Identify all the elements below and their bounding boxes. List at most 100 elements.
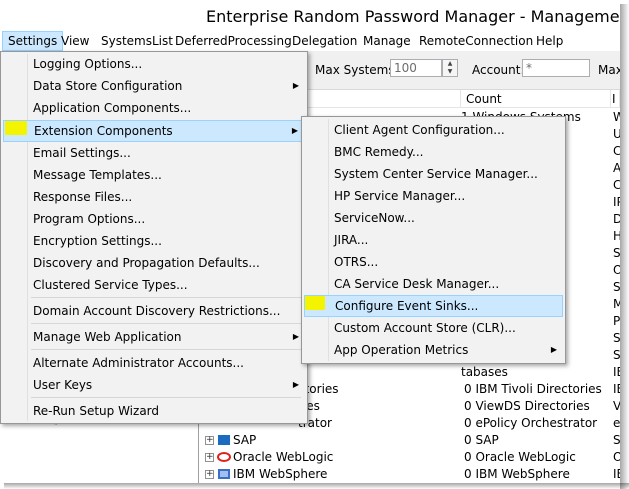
menu-item-label: HP Service Manager... (334, 189, 466, 203)
menu-deferredprocessing[interactable]: DeferredProcessing (170, 31, 297, 51)
grid-count-cell[interactable]: 0 ePolicy Orchestrator (464, 415, 610, 432)
menu-item-label: Clustered Service Types... (33, 278, 188, 292)
menu-item-label: Configure Event Sinks... (335, 299, 479, 313)
menu-item-encryption-settings[interactable]: Encryption Settings... (3, 230, 305, 252)
max-systems-input[interactable]: 100 (390, 59, 442, 77)
menu-item-extension-components[interactable]: Extension Components ▶ (3, 120, 305, 142)
tree-expand-icon[interactable]: + (205, 453, 214, 462)
menu-item-domain-account-discovery-restrictions[interactable]: Domain Account Discovery Restrictions... (3, 300, 305, 322)
oracle-icon (217, 451, 231, 463)
menu-item-program-options[interactable]: Program Options... (3, 208, 305, 230)
grid-name-cell[interactable]: SAP (233, 432, 458, 449)
menu-item-app-operation-metrics[interactable]: App Operation Metrics ▶ (304, 339, 563, 361)
menu-item-servicenow[interactable]: ServiceNow... (304, 207, 563, 229)
window-shadow (4, 483, 629, 489)
max-systems-spinner[interactable]: ▲ ▼ (442, 59, 458, 77)
submenu-arrow-icon: ▶ (550, 345, 557, 354)
menu-item-label: ServiceNow... (334, 211, 415, 225)
grid-count-cell[interactable]: tabases (461, 364, 609, 381)
grid-extra-cell[interactable]: V (613, 398, 620, 415)
menu-systemslist[interactable]: SystemsList (96, 31, 178, 51)
annotation-highlight (305, 296, 325, 310)
menu-item-hp-service-manager[interactable]: HP Service Manager... (304, 185, 563, 207)
menu-separator (31, 349, 301, 350)
menu-remoteconnection[interactable]: RemoteConnection (414, 31, 538, 51)
menu-item-jira[interactable]: JIRA... (304, 229, 563, 251)
menu-item-clustered-service-types[interactable]: Clustered Service Types... (3, 274, 305, 296)
menu-item-client-agent-configuration[interactable]: Client Agent Configuration... (304, 119, 563, 141)
menu-item-bmc-remedy[interactable]: BMC Remedy... (304, 141, 563, 163)
menu-manage[interactable]: Manage (358, 31, 416, 51)
grid-count-cell[interactable]: 0 ViewDS Directories (464, 398, 610, 415)
grid-extra-cell[interactable]: O (613, 449, 620, 466)
sap-icon (217, 434, 231, 446)
menu-item-label: Logging Options... (33, 57, 143, 71)
tree-expand-icon[interactable]: + (205, 470, 214, 479)
menu-item-discovery-and-propagation-defaults[interactable]: Discovery and Propagation Defaults... (3, 252, 305, 274)
grid-extra-cell[interactable]: S (613, 245, 620, 262)
grid-name-cell[interactable]: Oracle WebLogic (233, 449, 458, 466)
menu-item-label: Alternate Administrator Accounts... (33, 356, 244, 370)
max-systems-label: Max Systems: (315, 63, 399, 77)
grid-extra-cell[interactable]: C (613, 177, 620, 194)
grid-header-extra[interactable]: I (611, 90, 620, 108)
menu-item-logging-options[interactable]: Logging Options... (3, 53, 305, 75)
grid-extra-cell[interactable]: S (613, 279, 620, 296)
menu-delegation[interactable]: Delegation (287, 31, 362, 51)
grid-extra-cell[interactable]: U (613, 126, 620, 143)
grid-extra-cell[interactable]: D (613, 211, 620, 228)
menu-item-label: Extension Components (34, 124, 173, 138)
menu-item-user-keys[interactable]: User Keys ▶ (3, 374, 305, 396)
grid-extra-cell[interactable]: IB (613, 466, 620, 483)
grid-name-cell[interactable]: IBM WebSphere (233, 466, 458, 483)
menu-item-application-components[interactable]: Application Components... (3, 97, 305, 119)
grid-count-cell[interactable]: 0 IBM WebSphere (464, 466, 610, 483)
window-title: Enterprise Random Password Manager - Man… (206, 7, 620, 26)
menu-help[interactable]: Help (531, 31, 568, 51)
menu-item-label: Response Files... (33, 190, 133, 204)
submenu-arrow-icon: ▶ (292, 380, 299, 389)
grid-extra-cell[interactable]: M (613, 296, 620, 313)
grid-extra-cell[interactable]: P (613, 313, 620, 330)
grid-extra-cell[interactable]: S (613, 347, 620, 364)
tree-expand-icon[interactable]: + (205, 436, 214, 445)
menu-view[interactable]: View (56, 31, 94, 51)
menu-separator (31, 323, 301, 324)
menu-item-system-center-service-manager[interactable]: System Center Service Manager... (304, 163, 563, 185)
grid-extra-cell[interactable]: IP (613, 194, 620, 211)
grid-extra-cell[interactable]: IB (613, 364, 620, 381)
menu-item-label: Email Settings... (33, 146, 131, 160)
menu-item-re-run-setup-wizard[interactable]: Re-Run Setup Wizard (3, 400, 305, 422)
grid-count-cell[interactable]: 0 SAP (464, 432, 610, 449)
menu-item-ca-service-desk-manager[interactable]: CA Service Desk Manager... (304, 273, 563, 295)
account-input[interactable]: * (522, 59, 590, 77)
menu-separator (31, 297, 301, 298)
menu-item-message-templates[interactable]: Message Templates... (3, 164, 305, 186)
grid-extra-cell[interactable]: H (613, 228, 620, 245)
settings-menu: Logging Options... Data Store Configurati… (0, 51, 308, 424)
menu-item-otrs[interactable]: OTRS... (304, 251, 563, 273)
menu-item-email-settings[interactable]: Email Settings... (3, 142, 305, 164)
menu-item-label: Re-Run Setup Wizard (33, 404, 160, 418)
grid-header-count[interactable]: Count (461, 90, 611, 108)
menu-item-label: JIRA... (334, 233, 369, 247)
submenu-arrow-icon: ▶ (292, 81, 299, 90)
grid-extra-cell[interactable]: S (613, 330, 620, 347)
grid-extra-cell[interactable]: A (613, 160, 620, 177)
grid-extra-cell[interactable]: O (613, 262, 620, 279)
grid-extra-cell[interactable]: S (613, 432, 620, 449)
menu-item-manage-web-application[interactable]: Manage Web Application ▶ (3, 326, 305, 348)
menu-separator (31, 397, 301, 398)
menu-settings[interactable]: Settings (2, 31, 64, 51)
grid-extra-cell[interactable]: W (613, 109, 620, 126)
grid-extra-cell[interactable]: IB (613, 381, 620, 398)
grid-count-cell[interactable]: 0 Oracle WebLogic (464, 449, 610, 466)
menu-item-alternate-administrator-accounts[interactable]: Alternate Administrator Accounts... (3, 352, 305, 374)
menu-item-response-files[interactable]: Response Files... (3, 186, 305, 208)
menu-item-custom-account-store-clr[interactable]: Custom Account Store (CLR)... (304, 317, 563, 339)
menu-item-data-store-configuration[interactable]: Data Store Configuration ▶ (3, 75, 305, 97)
menu-item-configure-event-sinks[interactable]: Configure Event Sinks... (304, 295, 563, 317)
grid-extra-cell[interactable]: C (613, 143, 620, 160)
grid-count-cell[interactable]: 0 IBM Tivoli Directories (464, 381, 610, 398)
grid-extra-cell[interactable]: eP (613, 415, 620, 432)
